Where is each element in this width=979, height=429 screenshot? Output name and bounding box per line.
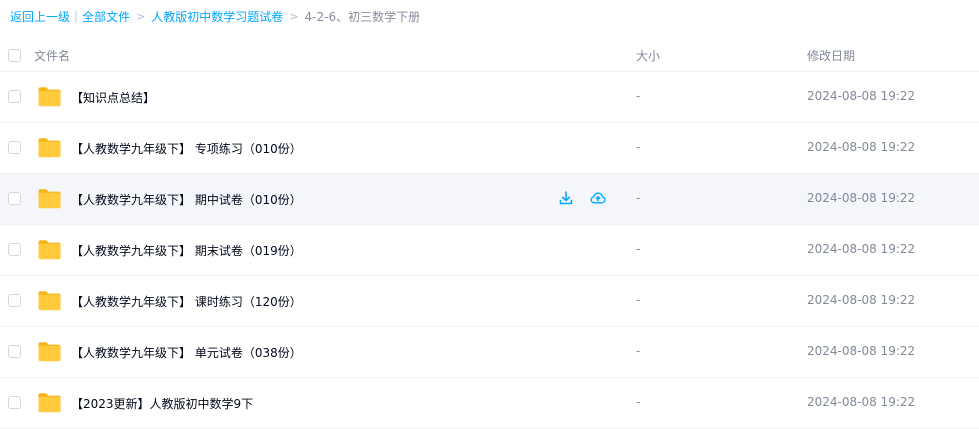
column-header-size[interactable]: 大小 (636, 47, 660, 64)
folder-icon (38, 342, 61, 362)
file-size: - (636, 395, 641, 409)
file-list-header: 文件名 大小 修改日期 (0, 36, 979, 72)
folder-icon (38, 87, 61, 107)
file-size: - (636, 293, 641, 307)
file-modified-date: 2024-08-08 19:22 (807, 89, 916, 103)
folder-icon (38, 240, 61, 260)
file-row[interactable]: 【人教数学九年级下】 期中试卷（010份） - 2024-08-08 19:22 (0, 174, 979, 225)
file-name[interactable]: 【人教数学九年级下】 单元试卷（038份） (71, 344, 302, 361)
file-modified-date: 2024-08-08 19:22 (807, 293, 916, 307)
file-size: - (636, 191, 641, 205)
folder-icon (38, 393, 61, 413)
row-checkbox[interactable] (8, 345, 21, 358)
breadcrumb-back-link[interactable]: 返回上一级 (10, 8, 70, 25)
file-row[interactable]: 【人教数学九年级下】 课时练习（120份） - 2024-08-08 19:22 (0, 276, 979, 327)
file-name[interactable]: 【人教数学九年级下】 专项练习（010份） (71, 140, 302, 157)
row-checkbox[interactable] (8, 243, 21, 256)
file-modified-date: 2024-08-08 19:22 (807, 191, 916, 205)
column-header-date[interactable]: 修改日期 (807, 47, 855, 64)
column-header-name[interactable]: 文件名 (34, 47, 70, 64)
file-row[interactable]: 【人教数学九年级下】 期末试卷（019份） - 2024-08-08 19:22 (0, 225, 979, 276)
select-all-checkbox[interactable] (8, 49, 21, 62)
file-name[interactable]: 【人教数学九年级下】 期中试卷（010份） (71, 191, 302, 208)
breadcrumb-parent-link[interactable]: 人教版初中数学习题试卷 (151, 8, 283, 25)
breadcrumb: 返回上一级 | 全部文件 > 人教版初中数学习题试卷 > 4-2-6、初三数学下… (10, 7, 420, 25)
row-checkbox[interactable] (8, 141, 21, 154)
file-row[interactable]: 【人教数学九年级下】 单元试卷（038份） - 2024-08-08 19:22 (0, 327, 979, 378)
file-size: - (636, 89, 641, 103)
breadcrumb-current: 4-2-6、初三数学下册 (304, 9, 421, 24)
file-name[interactable]: 【人教数学九年级下】 期末试卷（019份） (71, 242, 302, 259)
file-size: - (636, 344, 641, 358)
breadcrumb-all-files-link[interactable]: 全部文件 (82, 8, 130, 25)
row-checkbox[interactable] (8, 396, 21, 409)
file-modified-date: 2024-08-08 19:22 (807, 140, 916, 154)
file-size: - (636, 140, 641, 154)
file-modified-date: 2024-08-08 19:22 (807, 344, 916, 358)
row-checkbox[interactable] (8, 192, 21, 205)
file-name[interactable]: 【人教数学九年级下】 课时练习（120份） (71, 293, 302, 310)
file-name[interactable]: 【知识点总结】 (71, 89, 155, 106)
file-name[interactable]: 【2023更新】人教版初中数学9下 (71, 395, 253, 412)
breadcrumb-separator: > (136, 9, 146, 23)
folder-icon (38, 291, 61, 311)
file-size: - (636, 242, 641, 256)
breadcrumb-separator: > (289, 9, 299, 23)
file-modified-date: 2024-08-08 19:22 (807, 242, 916, 256)
row-checkbox[interactable] (8, 90, 21, 103)
folder-icon (38, 138, 61, 158)
file-row[interactable]: 【2023更新】人教版初中数学9下 - 2024-08-08 19:22 (0, 378, 979, 429)
breadcrumb-divider: | (74, 9, 79, 23)
row-checkbox[interactable] (8, 294, 21, 307)
download-icon[interactable] (558, 190, 574, 206)
folder-icon (38, 189, 61, 209)
file-row[interactable]: 【知识点总结】 - 2024-08-08 19:22 (0, 72, 979, 123)
file-modified-date: 2024-08-08 19:22 (807, 395, 916, 409)
file-row[interactable]: 【人教数学九年级下】 专项练习（010份） - 2024-08-08 19:22 (0, 123, 979, 174)
cloud-upload-icon[interactable] (590, 190, 606, 206)
